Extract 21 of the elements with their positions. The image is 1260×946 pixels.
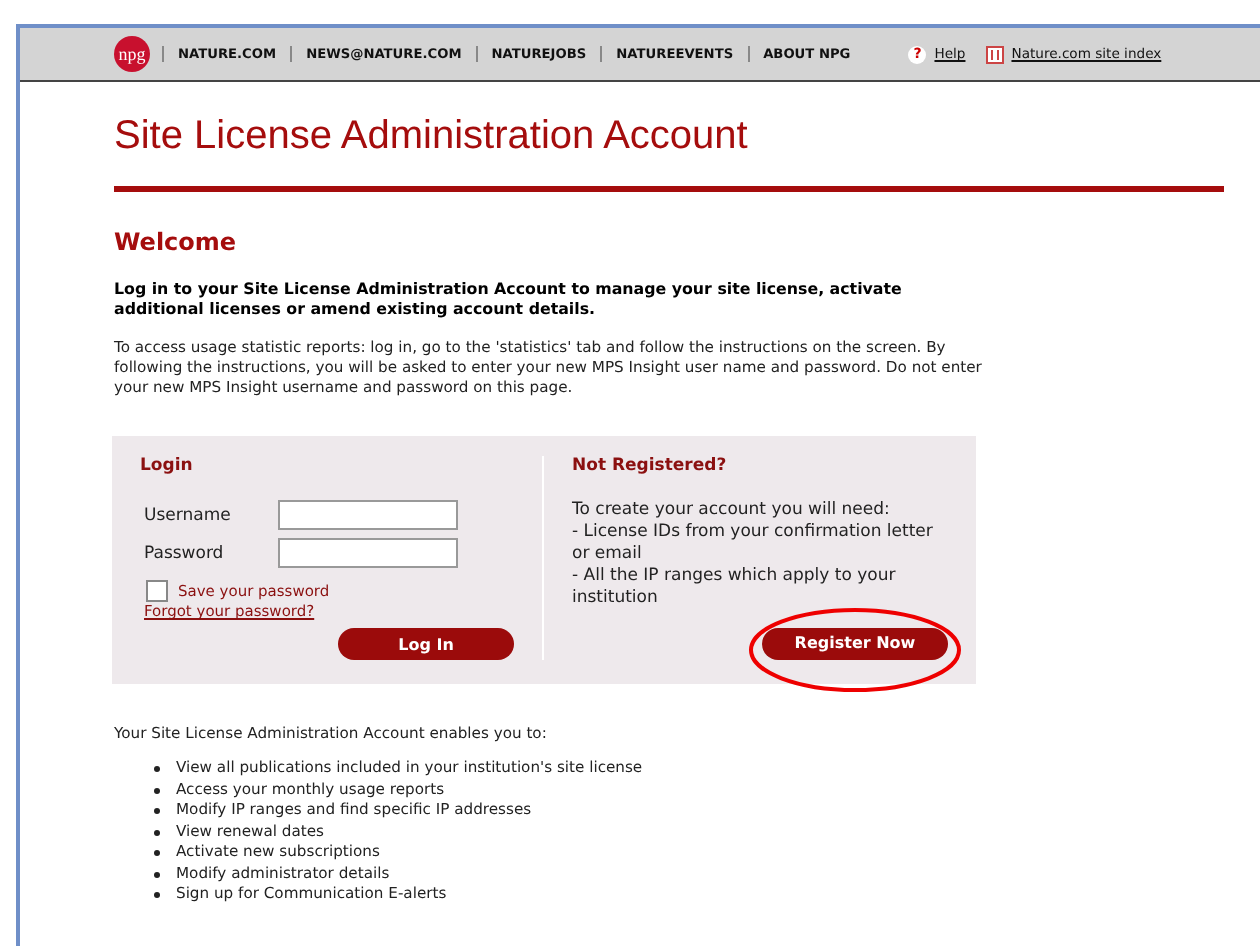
welcome-heading: Welcome <box>114 228 239 256</box>
input-field[interactable] <box>278 538 458 569</box>
bullet-icon <box>154 892 160 899</box>
register-heading: Not Registered? <box>572 456 729 477</box>
document-icon <box>985 45 1004 63</box>
bullet-icon <box>154 850 160 857</box>
log-in-button[interactable]: Log In <box>338 628 514 661</box>
bullet-icon <box>154 787 160 794</box>
save-password-checkbox[interactable] <box>146 580 168 603</box>
login-heading: Login <box>140 456 195 477</box>
bullet-icon <box>154 766 160 773</box>
register-requirements: To create your account you will need: - License IDs from your confirmation letter or email - All the IP ranges which apply to your institution <box>572 500 935 612</box>
field-label: Password <box>144 543 226 564</box>
npg-logo[interactable]: npg <box>114 36 150 72</box>
field-label: Username <box>144 505 233 526</box>
bullet-icon <box>154 871 160 878</box>
register-now-button[interactable]: Register Now <box>762 627 948 660</box>
page-title: Site License Administration Account <box>114 114 1224 192</box>
bullet-icon <box>154 808 160 815</box>
bullet-icon <box>154 829 160 836</box>
input-field[interactable] <box>278 500 458 531</box>
